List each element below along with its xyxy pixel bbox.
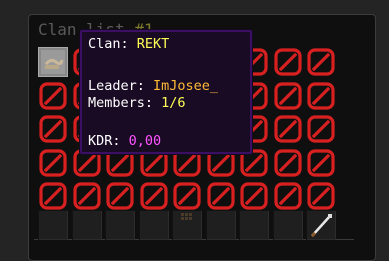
fishing-rod-icon xyxy=(310,214,332,238)
barrier-slot[interactable] xyxy=(105,181,135,211)
barrier-slot[interactable] xyxy=(38,148,68,178)
barrier-slot[interactable] xyxy=(273,81,303,111)
barrier-slot[interactable] xyxy=(206,181,236,211)
barrier-icon xyxy=(72,148,102,182)
barrier-slot[interactable] xyxy=(172,181,202,211)
barrier-slot[interactable] xyxy=(38,114,68,144)
hotbar-slot[interactable] xyxy=(138,210,169,240)
barrier-icon xyxy=(38,81,68,115)
barrier-slot[interactable] xyxy=(273,181,303,211)
hotbar-slot[interactable] xyxy=(272,210,303,240)
tooltip-leader-name: ImJosee_ xyxy=(153,78,219,94)
barrier-icon xyxy=(306,81,336,115)
barrier-slot[interactable] xyxy=(273,114,303,144)
barrier-slot[interactable] xyxy=(306,47,336,77)
barrier-icon xyxy=(38,148,68,182)
hotbar-slot[interactable] xyxy=(172,210,202,240)
barrier-slot[interactable] xyxy=(239,181,269,211)
barrier-icon xyxy=(105,148,135,182)
barrier-slot[interactable] xyxy=(306,114,336,144)
barrier-icon xyxy=(306,115,336,148)
tooltip-kdr-label: KDR: xyxy=(88,133,129,149)
barrier-slot[interactable] xyxy=(306,81,336,111)
barrier-icon xyxy=(273,148,303,182)
clan-tooltip: Clan: REKT Leader: ImJosee_ Members: 1/6… xyxy=(80,30,252,154)
hotbar-slot[interactable] xyxy=(105,210,135,240)
clan-banner-slot[interactable] xyxy=(38,47,68,77)
barrier-slot[interactable] xyxy=(306,181,336,211)
barrier-icon xyxy=(273,48,303,81)
barrier-icon xyxy=(38,115,68,148)
hotbar-slot[interactable] xyxy=(205,210,236,240)
hotbar-slot[interactable] xyxy=(239,210,269,240)
hotbar-slot[interactable] xyxy=(38,210,68,240)
barrier-slot[interactable] xyxy=(38,181,68,211)
banner-icon xyxy=(38,47,68,77)
tooltip-members-line: Members: 1/6 xyxy=(88,95,186,112)
tooltip-clan-label: Clan: xyxy=(88,36,137,52)
barrier-icon xyxy=(306,48,336,81)
barrier-slot[interactable] xyxy=(72,181,102,211)
barrier-icon xyxy=(306,148,336,182)
barrier-icon xyxy=(273,115,303,148)
barrier-slot[interactable] xyxy=(38,81,68,111)
tooltip-clan-name: REKT xyxy=(136,36,170,52)
barrier-icon xyxy=(172,148,202,182)
tooltip-clan-line: Clan: REKT xyxy=(88,36,169,53)
tooltip-members-label: Members: xyxy=(88,95,162,111)
barrier-icon xyxy=(273,81,303,115)
tooltip-kdr-line: KDR: 0,00 xyxy=(88,133,161,150)
crafting-grid-icon xyxy=(181,213,192,220)
tooltip-leader-line: Leader: ImJosee_ xyxy=(88,78,218,95)
tooltip-kdr-value: 0,00 xyxy=(128,133,162,149)
tooltip-leader-label: Leader: xyxy=(88,78,154,94)
barrier-icon xyxy=(206,148,236,182)
barrier-slot[interactable] xyxy=(306,148,336,178)
barrier-icon xyxy=(139,148,169,182)
barrier-slot[interactable] xyxy=(273,148,303,178)
barrier-icon xyxy=(239,148,269,182)
hotbar-slot[interactable] xyxy=(71,210,102,240)
hotbar-slot[interactable] xyxy=(306,210,336,240)
barrier-slot[interactable] xyxy=(139,181,169,211)
barrier-slot[interactable] xyxy=(273,47,303,77)
tooltip-members-count: 1/6 xyxy=(161,95,186,111)
